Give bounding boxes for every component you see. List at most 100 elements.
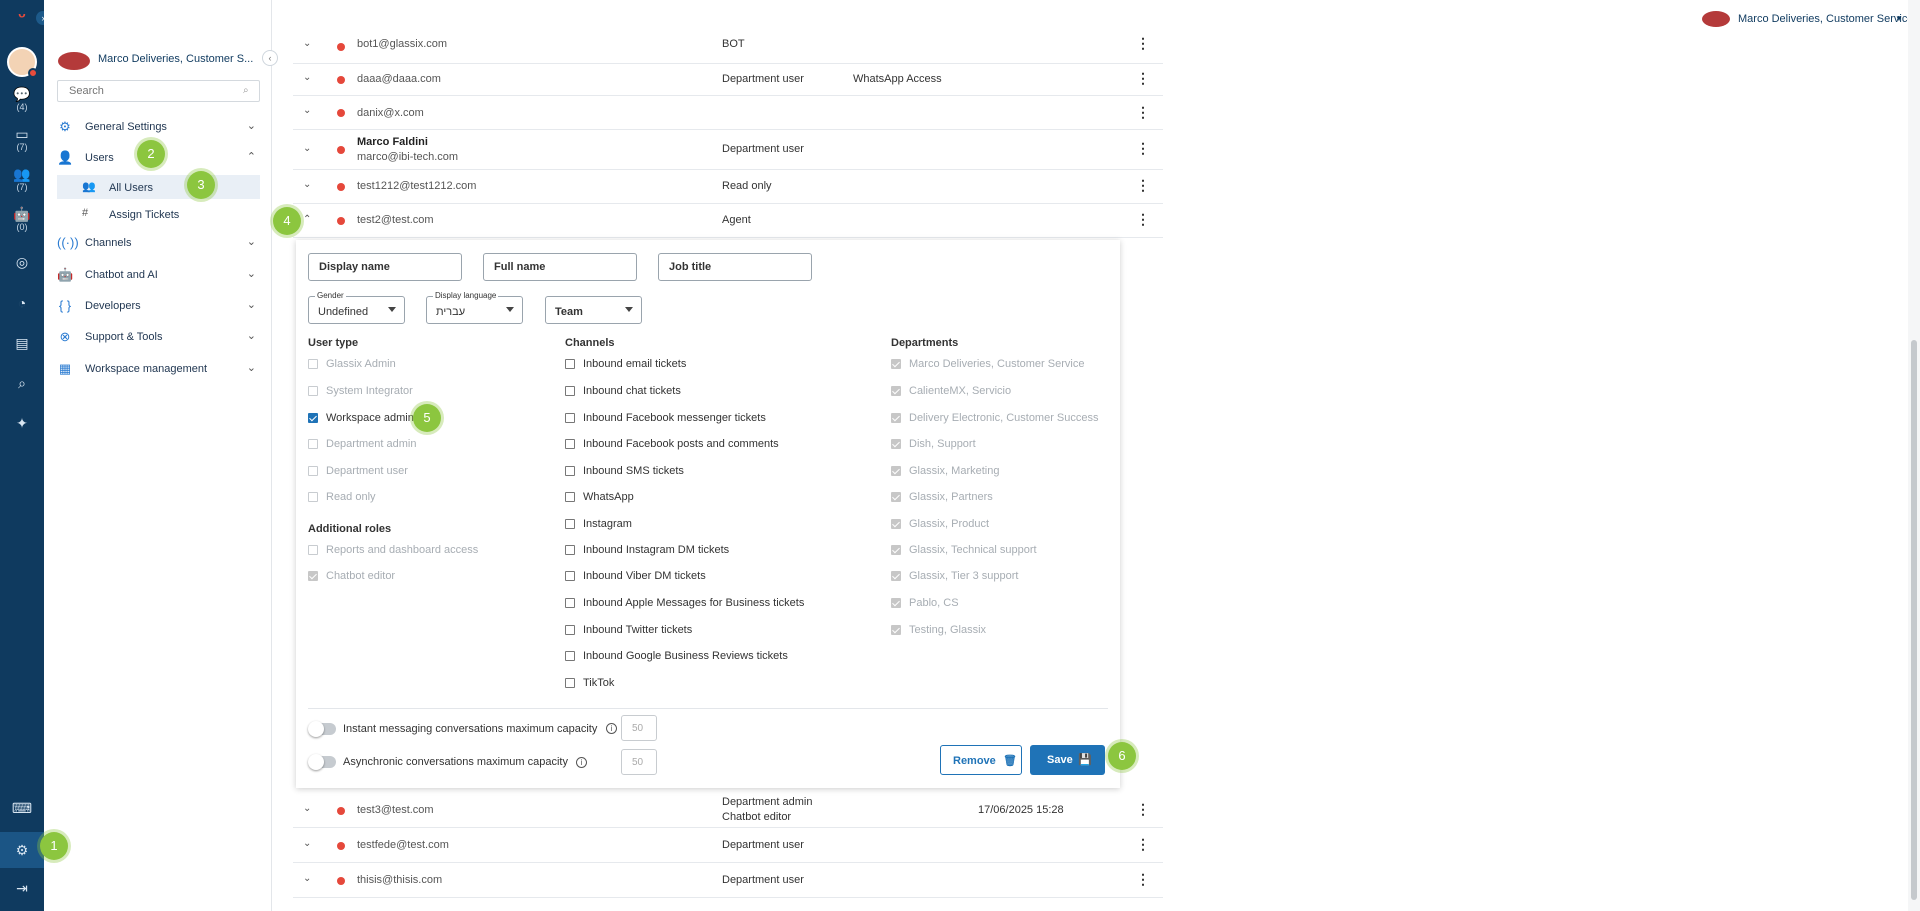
chevron-down-icon[interactable]: ⌄ (303, 38, 311, 49)
checkbox-box (891, 386, 901, 396)
contacts-count: (7) (16, 182, 28, 192)
rail-inbox[interactable]: ▭ (7) (0, 126, 44, 152)
chevron-down-icon: ⌄ (246, 362, 256, 374)
checkbox-box (891, 492, 901, 502)
gender-select[interactable]: Gender Undefined (308, 291, 405, 324)
chevron-up-icon[interactable]: ⌃ (303, 214, 311, 225)
more-options-icon[interactable]: ⋮ (1136, 836, 1150, 853)
more-options-icon[interactable]: ⋮ (1136, 104, 1150, 121)
im-capacity-input[interactable]: 50 (621, 715, 657, 741)
table-row[interactable]: ⌄ daaa@daaa.com Department user WhatsApp… (293, 64, 1163, 96)
checkbox-box (891, 359, 901, 369)
checkbox-label: Chatbot editor (326, 570, 396, 582)
checkbox-label: Delivery Electronic, Customer Success (909, 412, 1099, 424)
scrollbar-thumb[interactable] (1911, 340, 1917, 900)
sidebar-item-channels[interactable]: ((·)) Channels ⌄ (57, 231, 260, 255)
checkbox-box (308, 439, 318, 449)
job-title-field[interactable]: Job title (658, 253, 812, 281)
table-row[interactable]: ⌄ test1212@test1212.com Read only ⋮ (293, 170, 1163, 204)
chevron-down-icon[interactable]: ⌄ (303, 143, 311, 154)
full-name-field[interactable]: Full name (483, 253, 637, 281)
rail-explore[interactable]: ◎ (0, 254, 44, 270)
chevron-down-icon[interactable]: ⌄ (303, 803, 311, 814)
more-options-icon[interactable]: ⋮ (1136, 177, 1150, 194)
broadcast-icon: ((·)) (57, 235, 79, 250)
chevron-down-icon[interactable]: ⌄ (303, 873, 311, 884)
chevron-down-icon[interactable]: ⌄ (303, 105, 311, 116)
caret-down-icon (388, 307, 396, 312)
checkbox-label: Inbound SMS tickets (583, 465, 684, 477)
page-scrollbar[interactable] (1908, 0, 1920, 911)
search-icon: ⌕ (18, 375, 26, 391)
status-dot (337, 877, 345, 885)
settings-sidebar: Marco Deliveries, Customer S... ‹ ⌕ ⚙ Ge… (44, 0, 278, 911)
table-row[interactable]: ⌄ bot1@glassix.com BOT ⋮ (293, 30, 1163, 64)
language-select[interactable]: Display language עברית (426, 291, 523, 324)
avatar[interactable] (7, 47, 38, 78)
more-options-icon[interactable]: ⋮ (1136, 35, 1150, 52)
checkbox-box (565, 386, 575, 396)
sidebar-item-label: General Settings (85, 121, 167, 133)
more-options-icon[interactable]: ⋮ (1136, 801, 1150, 818)
rail-ai[interactable]: ✦ (0, 415, 44, 431)
team-select[interactable]: Team (545, 296, 642, 324)
checkbox-label: Marco Deliveries, Customer Service (909, 358, 1085, 370)
step-badge-4: 4 (273, 207, 301, 235)
user-role: Read only (722, 180, 772, 192)
rail-chats[interactable]: 💬 (4) (0, 86, 44, 112)
braces-icon: { } (58, 298, 72, 313)
checkbox-label: Inbound Instagram DM tickets (583, 544, 730, 556)
step-badge-2: 2 (137, 140, 165, 168)
rail-analytics[interactable]: ◔ (0, 295, 44, 311)
chevron-down-icon[interactable]: ⌄ (303, 179, 311, 190)
checkbox-label: Inbound Twitter tickets (583, 624, 693, 636)
sidebar-item-assign-tickets[interactable]: # Assign Tickets (57, 202, 260, 226)
additional-roles-header: Additional roles (308, 523, 392, 535)
more-options-icon[interactable]: ⋮ (1136, 140, 1150, 157)
display-name-field[interactable]: Display name (308, 253, 462, 281)
save-button[interactable]: Save 💾 (1030, 745, 1105, 775)
sidebar-item-developers[interactable]: { } Developers ⌄ (57, 294, 260, 318)
rail-keyboard[interactable]: ⌨ (0, 800, 44, 816)
chevron-down-icon[interactable]: ⌄ (303, 72, 311, 83)
rail-bots[interactable]: 🤖 (0) (0, 206, 44, 232)
search-input[interactable] (57, 80, 260, 102)
sidebar-item-chatbot[interactable]: 🤖 Chatbot and AI ⌄ (57, 263, 260, 287)
sidebar-item-label: Assign Tickets (109, 209, 180, 221)
table-row-expanded[interactable]: ⌃ test2@test.com Agent ⋮ (293, 204, 1163, 238)
remove-button[interactable]: Remove 🗑 (940, 745, 1022, 775)
im-capacity-toggle[interactable] (308, 721, 336, 737)
collapse-sidebar-button[interactable]: ‹ (262, 50, 278, 66)
workspace-selector[interactable]: Marco Deliveries, Customer Service ▼ (1702, 11, 1913, 29)
table-row[interactable]: ⌄ danix@x.com ⋮ (293, 96, 1163, 130)
rail-reports[interactable]: ▤ (0, 335, 44, 351)
sidebar-item-general-settings[interactable]: ⚙ General Settings ⌄ (57, 115, 260, 139)
more-options-icon[interactable]: ⋮ (1136, 871, 1150, 888)
inbox-count: (7) (16, 142, 28, 152)
async-capacity-input[interactable]: 50 (621, 749, 657, 775)
user-date: 17/06/2025 15:28 (978, 804, 1064, 816)
table-row[interactable]: ⌄ thisis@thisis.com Department user ⋮ (293, 863, 1163, 898)
rail-contacts[interactable]: 👥 (7) (0, 166, 44, 192)
info-icon[interactable]: i (606, 723, 617, 734)
table-row[interactable]: ⌄ testfede@test.com Department user ⋮ (293, 828, 1163, 863)
more-options-icon[interactable]: ⋮ (1136, 70, 1150, 87)
rail-settings[interactable]: ⚙ (0, 832, 44, 868)
workspace-selector-label: Marco Deliveries, Customer Service (1738, 13, 1914, 25)
sidebar-item-support[interactable]: ⊗ Support & Tools ⌄ (57, 325, 260, 349)
checkbox-label: WhatsApp (583, 491, 634, 503)
rail-search[interactable]: ⌕ (0, 375, 44, 391)
async-capacity-toggle[interactable] (308, 754, 336, 770)
checkbox-box (891, 466, 901, 476)
divider (308, 708, 1108, 709)
checkbox-label: Glassix, Marketing (909, 465, 1000, 477)
table-row[interactable]: ⌄ test3@test.com Department admin Chatbo… (293, 792, 1163, 828)
sidebar-item-workspace[interactable]: ▦ Workspace management ⌄ (57, 357, 260, 381)
table-row[interactable]: ⌄ Marco Faldini marco@ibi-tech.com Depar… (293, 130, 1163, 170)
chevron-down-icon[interactable]: ⌄ (303, 838, 311, 849)
info-icon[interactable]: i (576, 757, 587, 768)
checkbox-box (565, 519, 575, 529)
more-options-icon[interactable]: ⋮ (1136, 211, 1150, 228)
rail-logout[interactable]: ⇥ (0, 880, 44, 896)
sidebar-item-all-users[interactable]: 👥 All Users (57, 175, 260, 199)
